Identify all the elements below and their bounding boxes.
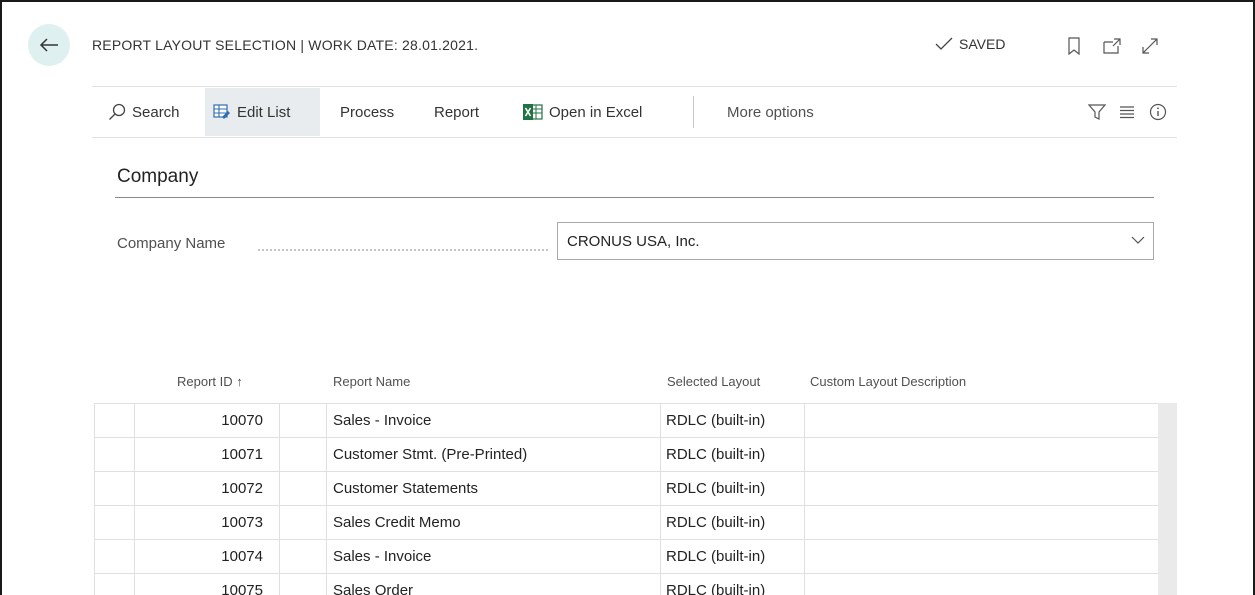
edit-list-icon	[213, 104, 230, 119]
cell-report-name[interactable]: Sales Order	[326, 573, 661, 595]
cell-report-id[interactable]: 10074	[134, 539, 280, 574]
column-header-custom-layout-description[interactable]: Custom Layout Description	[810, 374, 966, 389]
column-header-report-name[interactable]: Report Name	[333, 374, 410, 389]
row-selector[interactable]	[94, 403, 135, 438]
checkmark-icon	[935, 37, 953, 50]
row-selector[interactable]	[94, 437, 135, 472]
search-action-label: Search	[132, 103, 180, 121]
chevron-down-icon	[1131, 236, 1145, 244]
cell-selected-layout[interactable]: RDLC (built-in)	[660, 505, 805, 540]
row-selector[interactable]	[94, 505, 135, 540]
report-layout-table: 10070 Sales - Invoice RDLC (built-in) 10…	[94, 403, 1159, 595]
cell-selected-layout[interactable]: RDLC (built-in)	[660, 573, 805, 595]
header-divider	[92, 86, 1177, 87]
cell-selected-layout[interactable]: RDLC (built-in)	[660, 539, 805, 574]
page-title: REPORT LAYOUT SELECTION | WORK DATE: 28.…	[92, 37, 479, 53]
cell-report-id[interactable]: 10071	[134, 437, 280, 472]
row-selector[interactable]	[94, 573, 135, 595]
cell-spacer	[279, 437, 327, 472]
action-bar: Search Edit List Process Report Open in …	[92, 88, 1177, 138]
open-new-window-button[interactable]	[1102, 36, 1122, 56]
company-name-dropdown[interactable]: CRONUS USA, Inc.	[557, 222, 1154, 260]
saved-label: SAVED	[959, 36, 1006, 52]
report-action-label: Report	[434, 103, 480, 121]
cell-report-name[interactable]: Customer Statements	[326, 471, 661, 506]
cell-spacer	[279, 471, 327, 506]
more-options-action[interactable]: More options	[719, 88, 822, 136]
search-action[interactable]: Search	[100, 88, 188, 136]
filter-button[interactable]	[1080, 88, 1114, 136]
info-icon	[1149, 103, 1167, 121]
window-frame-top	[0, 0, 1255, 2]
cell-selected-layout[interactable]: RDLC (built-in)	[660, 437, 805, 472]
open-in-excel-action-label: Open in Excel	[549, 103, 643, 121]
cell-report-name[interactable]: Sales - Invoice	[326, 403, 661, 438]
bookmark-icon	[1068, 37, 1080, 55]
arrow-left-icon	[39, 38, 58, 52]
cell-report-id[interactable]: 10073	[134, 505, 280, 540]
cell-spacer	[279, 403, 327, 438]
process-action[interactable]: Process	[332, 88, 402, 136]
open-in-excel-action[interactable]: Open in Excel	[515, 88, 650, 136]
filter-icon	[1088, 104, 1106, 120]
action-bar-divider	[92, 137, 1177, 138]
cell-report-name[interactable]: Sales - Invoice	[326, 539, 661, 574]
bookmark-button[interactable]	[1064, 36, 1084, 56]
table-row[interactable]: 10074 Sales - Invoice RDLC (built-in)	[94, 539, 1159, 574]
cell-report-name[interactable]: Customer Stmt. (Pre-Printed)	[326, 437, 661, 472]
cell-custom-layout-description[interactable]	[804, 539, 1159, 574]
report-action[interactable]: Report	[426, 88, 487, 136]
search-icon	[109, 103, 126, 120]
column-header-report-id[interactable]: Report ID ↑	[177, 374, 243, 389]
cell-report-id[interactable]: 10075	[134, 573, 280, 595]
open-new-window-icon	[1103, 38, 1121, 54]
edit-list-action[interactable]: Edit List	[205, 88, 320, 136]
section-divider	[115, 197, 1154, 198]
table-row[interactable]: 10071 Customer Stmt. (Pre-Printed) RDLC …	[94, 437, 1159, 472]
more-options-action-label: More options	[727, 103, 814, 121]
action-bar-separator	[693, 96, 694, 128]
column-header-selected-layout[interactable]: Selected Layout	[667, 374, 760, 389]
expand-icon	[1142, 38, 1158, 54]
cell-custom-layout-description[interactable]	[804, 403, 1159, 438]
info-button[interactable]	[1141, 88, 1175, 136]
cell-custom-layout-description[interactable]	[804, 505, 1159, 540]
cell-spacer	[279, 539, 327, 574]
list-view-icon	[1120, 106, 1134, 119]
cell-selected-layout[interactable]: RDLC (built-in)	[660, 471, 805, 506]
company-name-value: CRONUS USA, Inc.	[567, 233, 700, 250]
field-leader-dots	[258, 249, 548, 251]
back-button[interactable]	[28, 24, 70, 66]
cell-custom-layout-description[interactable]	[804, 471, 1159, 506]
cell-custom-layout-description[interactable]	[804, 573, 1159, 595]
table-row[interactable]: 10070 Sales - Invoice RDLC (built-in)	[94, 403, 1159, 438]
table-row[interactable]: 10075 Sales Order RDLC (built-in)	[94, 573, 1159, 595]
table-row[interactable]: 10073 Sales Credit Memo RDLC (built-in)	[94, 505, 1159, 540]
list-view-button[interactable]	[1110, 88, 1144, 136]
section-title-company: Company	[117, 166, 199, 187]
cell-selected-layout[interactable]: RDLC (built-in)	[660, 403, 805, 438]
report-layout-grid: 10070 Sales - Invoice RDLC (built-in) 10…	[94, 403, 1177, 595]
grid-scrollbar[interactable]	[1158, 403, 1177, 595]
cell-report-id[interactable]: 10072	[134, 471, 280, 506]
excel-icon	[523, 104, 543, 120]
cell-report-id[interactable]: 10070	[134, 403, 280, 438]
table-row[interactable]: 10072 Customer Statements RDLC (built-in…	[94, 471, 1159, 506]
edit-list-action-label: Edit List	[237, 103, 291, 121]
company-name-label: Company Name	[117, 235, 226, 252]
saved-status: SAVED	[935, 36, 1005, 52]
process-action-label: Process	[340, 103, 395, 121]
cell-spacer	[279, 505, 327, 540]
row-selector[interactable]	[94, 471, 135, 506]
window-frame-left	[0, 0, 2, 595]
cell-spacer	[279, 573, 327, 595]
expand-button[interactable]	[1140, 36, 1160, 56]
cell-custom-layout-description[interactable]	[804, 437, 1159, 472]
cell-report-name[interactable]: Sales Credit Memo	[326, 505, 661, 540]
row-selector[interactable]	[94, 539, 135, 574]
